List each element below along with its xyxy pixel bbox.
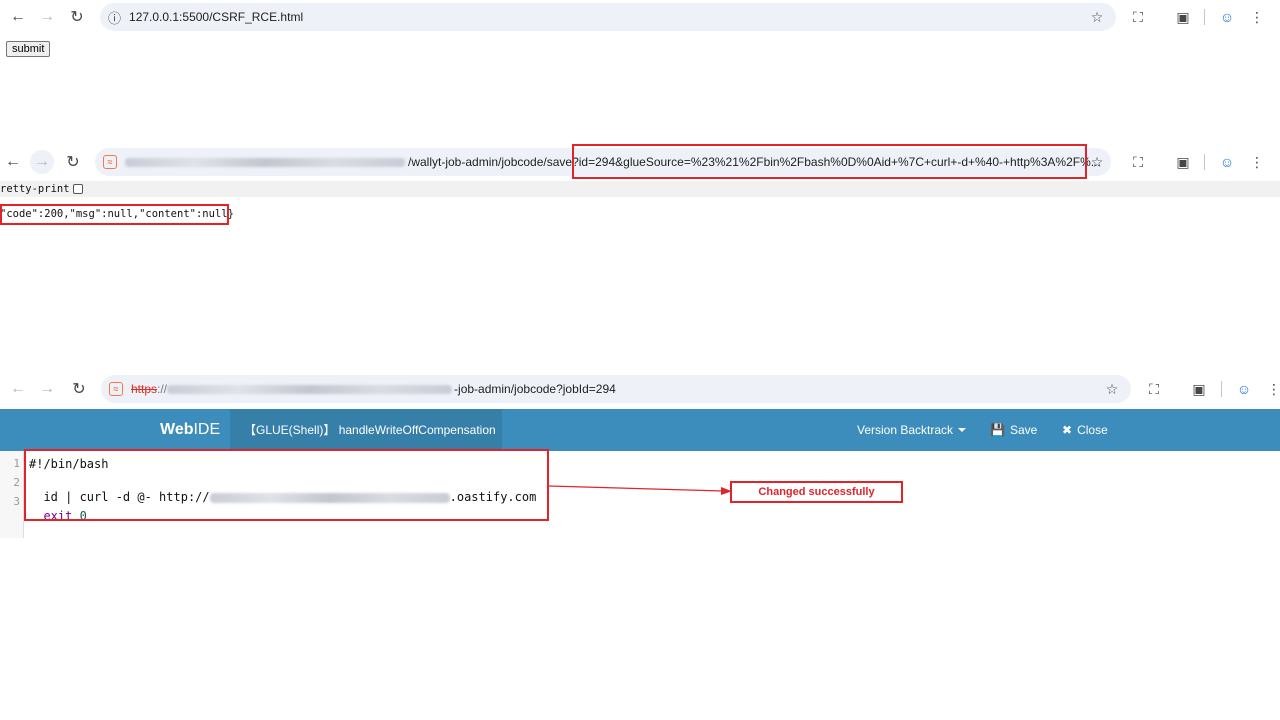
code-highlight xyxy=(24,449,549,521)
url-scheme: https xyxy=(131,382,158,396)
url-scheme-separator: :// xyxy=(157,382,168,396)
menu-kebab-icon[interactable]: ⋮ xyxy=(1246,6,1268,28)
line-number: 3 xyxy=(13,495,20,508)
extensions-icon[interactable]: ⛶ xyxy=(1127,6,1149,28)
bookmark-star-icon[interactable]: ☆ xyxy=(1101,378,1123,400)
save-icon: 💾 xyxy=(990,423,1005,437)
url-query-highlight xyxy=(572,144,1087,179)
submit-button[interactable]: submit xyxy=(6,41,51,57)
reload-icon[interactable]: ↻ xyxy=(67,377,91,401)
address-bar-1[interactable]: ⓘ 127.0.0.1:5500/CSRF_RCE.html xyxy=(100,3,1116,31)
line-number: 1 xyxy=(13,457,20,470)
webide-header: WebIDE 【GLUE(Shell)】 handleWriteOffCompe… xyxy=(0,409,1280,451)
back-icon[interactable]: ← xyxy=(6,377,30,401)
annotation-arrow xyxy=(549,485,732,495)
site-favicon-icon: ≈ xyxy=(103,155,117,169)
redacted-host xyxy=(125,157,405,167)
profile-icon[interactable]: ☺ xyxy=(1233,378,1255,400)
tab-search-icon[interactable]: ▣ xyxy=(1172,6,1194,28)
reload-icon[interactable]: ↻ xyxy=(65,5,89,29)
site-favicon-icon: ≈ xyxy=(109,382,123,396)
pretty-print-checkbox[interactable] xyxy=(72,184,83,194)
line-number-gutter: 1 2 3 xyxy=(0,451,24,538)
menu-kebab-icon[interactable]: ⋮ xyxy=(1263,378,1280,400)
bookmark-star-icon[interactable]: ☆ xyxy=(1086,6,1108,28)
url-path: /wallyt-job-admin/jobcode/save xyxy=(408,155,573,169)
close-button[interactable]: ✖ Close xyxy=(1062,409,1108,451)
forward-icon[interactable]: → xyxy=(35,5,59,29)
profile-icon[interactable]: ☺ xyxy=(1216,151,1238,173)
bookmark-star-icon[interactable]: ☆ xyxy=(1086,151,1108,173)
browser-toolbar-3: ← → ↻ ≈ https :// -job-admin/jobcode?job… xyxy=(0,372,1280,408)
menu-kebab-icon[interactable]: ⋮ xyxy=(1246,151,1268,173)
extensions-icon[interactable]: ⛶ xyxy=(1143,378,1165,400)
reload-icon[interactable]: ↻ xyxy=(61,150,85,174)
toolbar-divider xyxy=(1221,381,1222,397)
line-number: 2 xyxy=(13,476,20,489)
pretty-print-label: retty-print xyxy=(0,183,70,195)
back-icon[interactable]: ← xyxy=(1,150,25,174)
back-icon[interactable]: ← xyxy=(6,5,30,29)
changed-successfully-label: Changed successfully xyxy=(730,481,903,503)
webide-logo: WebIDE xyxy=(160,421,221,438)
url-text: 127.0.0.1:5500/CSRF_RCE.html xyxy=(129,10,304,24)
redacted-host xyxy=(167,384,453,394)
tab-search-icon[interactable]: ▣ xyxy=(1172,151,1194,173)
address-bar-3[interactable]: ≈ https :// -job-admin/jobcode?jobId=294 xyxy=(101,375,1131,403)
pretty-print-bar: retty-print xyxy=(0,181,1280,197)
profile-icon[interactable]: ☺ xyxy=(1216,6,1238,28)
json-response-highlight xyxy=(0,204,229,225)
toolbar-divider xyxy=(1204,9,1205,25)
url-rest: -job-admin/jobcode?jobId=294 xyxy=(454,382,616,396)
save-button[interactable]: 💾 Save xyxy=(990,409,1037,451)
tab-search-icon[interactable]: ▣ xyxy=(1188,378,1210,400)
forward-icon[interactable]: → xyxy=(35,377,59,401)
extensions-icon[interactable]: ⛶ xyxy=(1127,151,1149,173)
caret-down-icon xyxy=(958,428,967,432)
site-info-icon[interactable]: ⓘ xyxy=(108,8,121,27)
toolbar-divider xyxy=(1204,154,1205,170)
version-backtrack-dropdown[interactable]: Version Backtrack xyxy=(857,409,967,451)
browser-toolbar-1: ← → ↻ ⓘ 127.0.0.1:5500/CSRF_RCE.html ☆ ⛶… xyxy=(0,0,1280,34)
forward-icon[interactable]: → xyxy=(30,150,54,174)
close-icon: ✖ xyxy=(1062,423,1073,437)
glue-tab[interactable]: 【GLUE(Shell)】 handleWriteOffCompensation xyxy=(230,409,502,451)
